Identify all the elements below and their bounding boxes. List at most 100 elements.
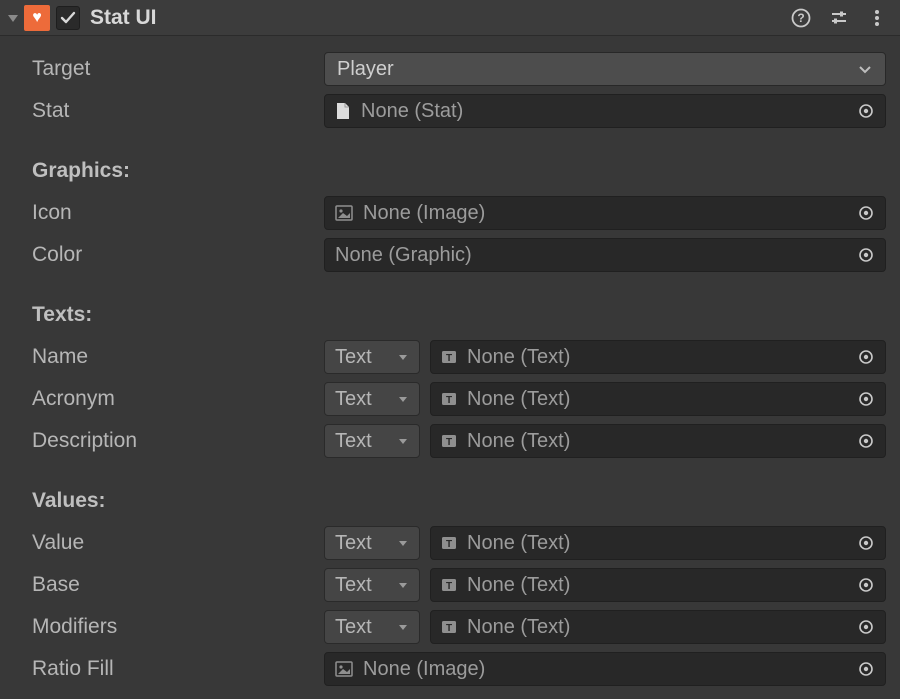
svg-text:T: T (446, 623, 452, 634)
target-icon (858, 619, 874, 635)
triangle-down-icon (397, 537, 409, 549)
base-object-value: None (Text) (467, 574, 570, 597)
component-title: Stat UI (90, 6, 776, 30)
base-object-field[interactable]: T None (Text) (430, 568, 886, 602)
value-object-value: None (Text) (467, 532, 570, 555)
component-header: ♥ Stat UI ? (0, 0, 900, 36)
acronym-object-value: None (Text) (467, 388, 570, 411)
label-stat: Stat (14, 99, 324, 123)
label-base: Base (14, 573, 324, 597)
name-object-value: None (Text) (467, 346, 570, 369)
sliders-icon (829, 8, 849, 28)
value-type-value: Text (335, 532, 372, 555)
triangle-down-icon (6, 11, 20, 25)
target-icon (858, 103, 874, 119)
field-color: Color None (Graphic) (14, 234, 886, 276)
label-icon: Icon (14, 201, 324, 225)
icon-object-field[interactable]: None (Image) (324, 196, 886, 230)
value-type-dropdown[interactable]: Text (324, 526, 420, 560)
foldout-toggle[interactable] (4, 9, 22, 27)
color-object-field[interactable]: None (Graphic) (324, 238, 886, 272)
help-button[interactable]: ? (788, 5, 814, 31)
label-acronym: Acronym (14, 387, 324, 411)
object-picker-button[interactable] (855, 532, 877, 554)
base-type-value: Text (335, 574, 372, 597)
modifiers-object-value: None (Text) (467, 616, 570, 639)
target-dropdown-value: Player (337, 58, 394, 81)
component-enable-checkbox[interactable] (56, 6, 80, 30)
presets-button[interactable] (826, 5, 852, 31)
kebab-icon (867, 8, 887, 28)
section-texts-heading: Texts: (14, 294, 886, 336)
ratio-fill-object-field[interactable]: None (Image) (324, 652, 886, 686)
component-body: Target Player Stat None (Stat) (0, 36, 900, 699)
text-type-icon: T (441, 433, 457, 449)
object-picker-button[interactable] (855, 388, 877, 410)
svg-text:?: ? (797, 11, 804, 25)
svg-text:T: T (446, 581, 452, 592)
name-object-field[interactable]: T None (Text) (430, 340, 886, 374)
acronym-object-field[interactable]: T None (Text) (430, 382, 886, 416)
text-type-icon: T (441, 349, 457, 365)
modifiers-type-value: Text (335, 616, 372, 639)
chevron-down-icon (857, 61, 873, 77)
triangle-down-icon (397, 393, 409, 405)
name-type-dropdown[interactable]: Text (324, 340, 420, 374)
stat-object-value: None (Stat) (361, 100, 463, 123)
color-object-value: None (Graphic) (335, 244, 472, 267)
modifiers-type-dropdown[interactable]: Text (324, 610, 420, 644)
heart-icon: ♥ (32, 10, 42, 26)
text-type-icon: T (441, 577, 457, 593)
stat-object-field[interactable]: None (Stat) (324, 94, 886, 128)
svg-text:T: T (446, 353, 452, 364)
object-picker-button[interactable] (855, 346, 877, 368)
field-ratio-fill: Ratio Fill None (Image) (14, 648, 886, 690)
help-icon: ? (791, 8, 811, 28)
object-picker-button[interactable] (855, 574, 877, 596)
description-type-value: Text (335, 430, 372, 453)
triangle-down-icon (397, 579, 409, 591)
field-description: Description Text T None (Text) (14, 420, 886, 462)
acronym-type-dropdown[interactable]: Text (324, 382, 420, 416)
text-type-icon: T (441, 391, 457, 407)
name-type-value: Text (335, 346, 372, 369)
image-icon (335, 661, 353, 677)
description-type-dropdown[interactable]: Text (324, 424, 420, 458)
text-type-icon: T (441, 535, 457, 551)
triangle-down-icon (397, 435, 409, 447)
file-icon (335, 102, 351, 120)
triangle-down-icon (397, 351, 409, 363)
acronym-type-value: Text (335, 388, 372, 411)
triangle-down-icon (397, 621, 409, 633)
label-description: Description (14, 429, 324, 453)
check-icon (59, 9, 77, 27)
svg-text:T: T (446, 539, 452, 550)
field-value: Value Text T None (Text) (14, 522, 886, 564)
object-picker-button[interactable] (855, 244, 877, 266)
context-menu-button[interactable] (864, 5, 890, 31)
object-picker-button[interactable] (855, 100, 877, 122)
base-type-dropdown[interactable]: Text (324, 568, 420, 602)
modifiers-object-field[interactable]: T None (Text) (430, 610, 886, 644)
object-picker-button[interactable] (855, 658, 877, 680)
description-object-field[interactable]: T None (Text) (430, 424, 886, 458)
icon-object-value: None (Image) (363, 202, 485, 225)
label-value: Value (14, 531, 324, 555)
image-icon (335, 205, 353, 221)
object-picker-button[interactable] (855, 202, 877, 224)
svg-text:T: T (446, 395, 452, 406)
field-modifiers: Modifiers Text T None (Text) (14, 606, 886, 648)
target-dropdown[interactable]: Player (324, 52, 886, 86)
text-type-icon: T (441, 619, 457, 635)
object-picker-button[interactable] (855, 616, 877, 638)
label-color: Color (14, 243, 324, 267)
ratio-fill-object-value: None (Image) (363, 658, 485, 681)
value-object-field[interactable]: T None (Text) (430, 526, 886, 560)
field-icon: Icon None (Image) (14, 192, 886, 234)
object-picker-button[interactable] (855, 430, 877, 452)
field-stat: Stat None (Stat) (14, 90, 886, 132)
description-object-value: None (Text) (467, 430, 570, 453)
label-ratio-fill: Ratio Fill (14, 657, 324, 681)
target-icon (858, 205, 874, 221)
target-icon (858, 535, 874, 551)
